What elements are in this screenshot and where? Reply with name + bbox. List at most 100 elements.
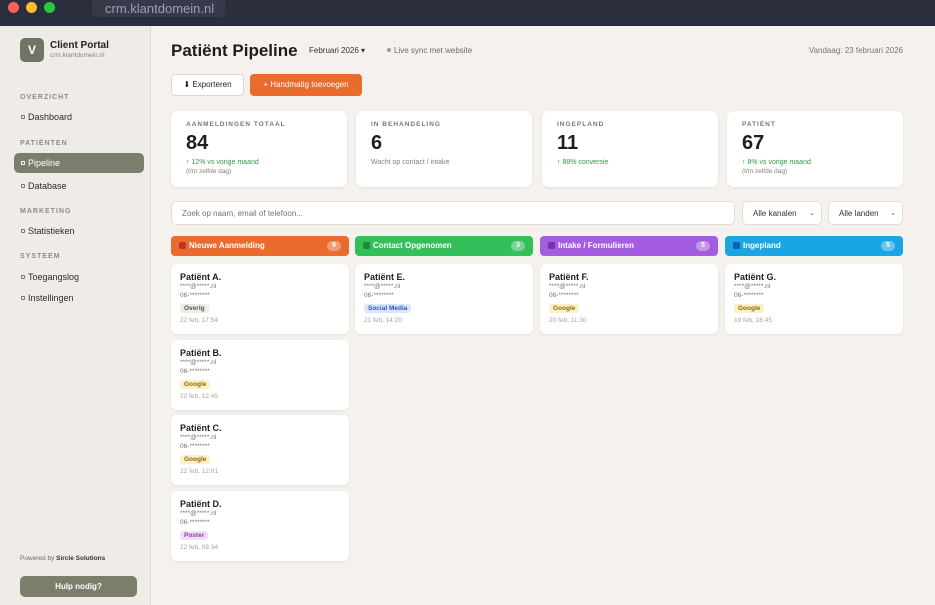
column-status-icon — [548, 242, 555, 249]
sidebar-item-label: Pipeline — [28, 158, 61, 168]
brand[interactable]: V Client Portal crm.klantdomein.nl — [20, 38, 145, 64]
patient-email: ****@*****.nl — [180, 283, 217, 290]
stat-card-aanmeldingen: AANMELDINGEN TOTAAL 84 ↑ 12% vs vorige m… — [171, 111, 347, 187]
column-status-icon — [363, 242, 370, 249]
search-input[interactable] — [171, 201, 735, 225]
sidebar: V Client Portal crm.klantdomein.nl OVERZ… — [0, 26, 151, 605]
status-dot-icon — [387, 48, 391, 52]
add-manual-button[interactable]: + Handmatig toevoegen — [250, 74, 362, 96]
column-header-nieuwe-aanmelding[interactable]: Nieuwe Aanmelding 9 — [171, 236, 349, 256]
powered-by: Powered by Sircle Solutions — [20, 555, 105, 562]
patient-email: ****@*****.nl — [364, 283, 401, 290]
column-count-badge: 5 — [696, 241, 710, 251]
country-filter-value: Alle landen — [839, 209, 879, 218]
patient-phone: 06-******** — [364, 292, 394, 299]
close-window-button[interactable] — [8, 2, 19, 13]
stat-label: AANMELDINGEN TOTAAL — [186, 121, 286, 128]
stat-value: 84 — [186, 132, 209, 154]
stat-value: 6 — [371, 132, 383, 154]
stat-value: 67 — [742, 132, 765, 154]
sidebar-item-label: Statistieken — [28, 226, 75, 236]
patient-card[interactable]: Patiënt E. ****@*****.nl 06-******** Soc… — [355, 264, 533, 334]
column-status-icon — [733, 242, 740, 249]
source-tag: Poster — [180, 531, 209, 540]
channel-filter-value: Alle kanalen — [753, 209, 797, 218]
source-tag: Google — [180, 380, 211, 389]
patient-card[interactable]: Patiënt B. ****@*****.nl 06-******** Goo… — [171, 340, 349, 410]
stat-card-patient: PATIËNT 67 ↑ 8% vs vorige maand (t/m zel… — [727, 111, 903, 187]
column-title: Ingepland — [743, 241, 781, 250]
patient-card[interactable]: Patiënt G. ****@*****.nl 06-******** Goo… — [725, 264, 903, 334]
patient-phone: 06-******** — [549, 292, 579, 299]
sidebar-item-database[interactable]: Database — [14, 176, 144, 196]
chevron-down-icon: ▾ — [361, 46, 366, 55]
patient-card[interactable]: Patiënt F. ****@*****.nl 06-******** Goo… — [540, 264, 718, 334]
stat-note: (t/m zelfde dag) — [742, 168, 788, 175]
patient-name: Patiënt F. — [549, 272, 589, 282]
patient-card[interactable]: Patiënt C. ****@*****.nl 06-******** Goo… — [171, 415, 349, 485]
sidebar-item-label: Toegangslog — [28, 272, 80, 282]
source-tag: Google — [734, 304, 765, 313]
patient-phone: 06-******** — [180, 368, 210, 375]
nav-bullet-icon — [21, 115, 25, 119]
card-timestamp: 22 feb, 12:45 — [180, 393, 218, 400]
powered-by-prefix: Powered by — [20, 555, 55, 562]
stat-label: INGEPLAND — [557, 121, 605, 128]
page-title: Patiënt Pipeline — [171, 41, 298, 60]
stat-card-ingepland: INGEPLAND 11 ↑ 88% conversie — [542, 111, 718, 187]
patient-card[interactable]: Patiënt A. ****@*****.nl 06-******** Ove… — [171, 264, 349, 334]
address-bar[interactable]: crm.klantdomein.nl — [92, 0, 225, 17]
country-filter-select[interactable]: Alle landen ⌄ — [828, 201, 903, 225]
patient-name: Patiënt G. — [734, 272, 777, 282]
patient-name: Patiënt C. — [180, 423, 222, 433]
sidebar-item-statistieken[interactable]: Statistieken — [14, 221, 144, 241]
live-sync-status: Live sync met website — [387, 46, 472, 55]
help-button[interactable]: Hulp nodig? — [20, 576, 137, 597]
export-button[interactable]: ⬇ Exporteren — [171, 74, 244, 96]
source-tag: Overig — [180, 304, 209, 313]
brand-domain: crm.klantdomein.nl — [50, 52, 105, 59]
source-tag: Social Media — [364, 304, 412, 313]
brand-name: Client Portal — [50, 40, 109, 51]
app-window: V Client Portal crm.klantdomein.nl OVERZ… — [0, 26, 935, 605]
month-select-value: Februari 2026 — [309, 46, 359, 55]
sidebar-item-dashboard[interactable]: Dashboard — [14, 107, 144, 127]
stat-trend: ↑ 88% conversie — [557, 159, 609, 166]
chevron-down-icon: ⌄ — [890, 210, 896, 217]
sidebar-item-pipeline[interactable]: Pipeline — [14, 153, 144, 173]
main-content: Patiënt Pipeline Februari 2026 ▾ Live sy… — [151, 26, 935, 605]
column-title: Intake / Formulieren — [558, 241, 635, 250]
column-title: Contact Opgenomen — [373, 241, 452, 250]
card-timestamp: 22 feb, 17:54 — [180, 317, 218, 324]
column-header-intake-formulieren[interactable]: Intake / Formulieren 5 — [540, 236, 718, 256]
nav-bullet-icon — [21, 296, 25, 300]
nav-bullet-icon — [21, 229, 25, 233]
sidebar-item-label: Dashboard — [28, 112, 73, 122]
source-tag: Google — [180, 455, 211, 464]
column-count-badge: 5 — [881, 241, 895, 251]
window-titlebar: crm.klantdomein.nl — [0, 0, 935, 26]
card-timestamp: 19 feb, 16:45 — [734, 317, 772, 324]
stat-label: IN BEHANDELING — [371, 121, 441, 128]
patient-phone: 06-******** — [180, 443, 210, 450]
patient-email: ****@*****.nl — [180, 434, 217, 441]
patient-email: ****@*****.nl — [180, 359, 217, 366]
column-header-ingepland[interactable]: Ingepland 5 — [725, 236, 903, 256]
today-date: Vandaag: 23 februari 2026 — [808, 46, 903, 55]
minimize-window-button[interactable] — [26, 2, 37, 13]
patient-card[interactable]: Patiënt D. ****@*****.nl 06-******** Pos… — [171, 491, 349, 561]
stat-trend: ↑ 8% vs vorige maand — [742, 159, 811, 166]
month-select[interactable]: Februari 2026 ▾ — [309, 46, 365, 55]
stat-trend: ↑ 12% vs vorige maand — [186, 159, 259, 166]
maximize-window-button[interactable] — [44, 2, 55, 13]
sidebar-item-instellingen[interactable]: Instellingen — [14, 288, 144, 308]
column-title: Nieuwe Aanmelding — [189, 241, 265, 250]
sidebar-item-toegangslog[interactable]: Toegangslog — [14, 267, 144, 287]
patient-email: ****@*****.nl — [734, 283, 771, 290]
stat-label: PATIËNT — [742, 121, 776, 128]
patient-email: ****@*****.nl — [180, 510, 217, 517]
column-count-badge: 9 — [327, 241, 341, 251]
channel-filter-select[interactable]: Alle kanalen ⌄ — [742, 201, 822, 225]
stat-card-in-behandeling: IN BEHANDELING 6 Wacht op contact / inta… — [356, 111, 532, 187]
column-header-contact-opgenomen[interactable]: Contact Opgenomen 3 — [355, 236, 533, 256]
